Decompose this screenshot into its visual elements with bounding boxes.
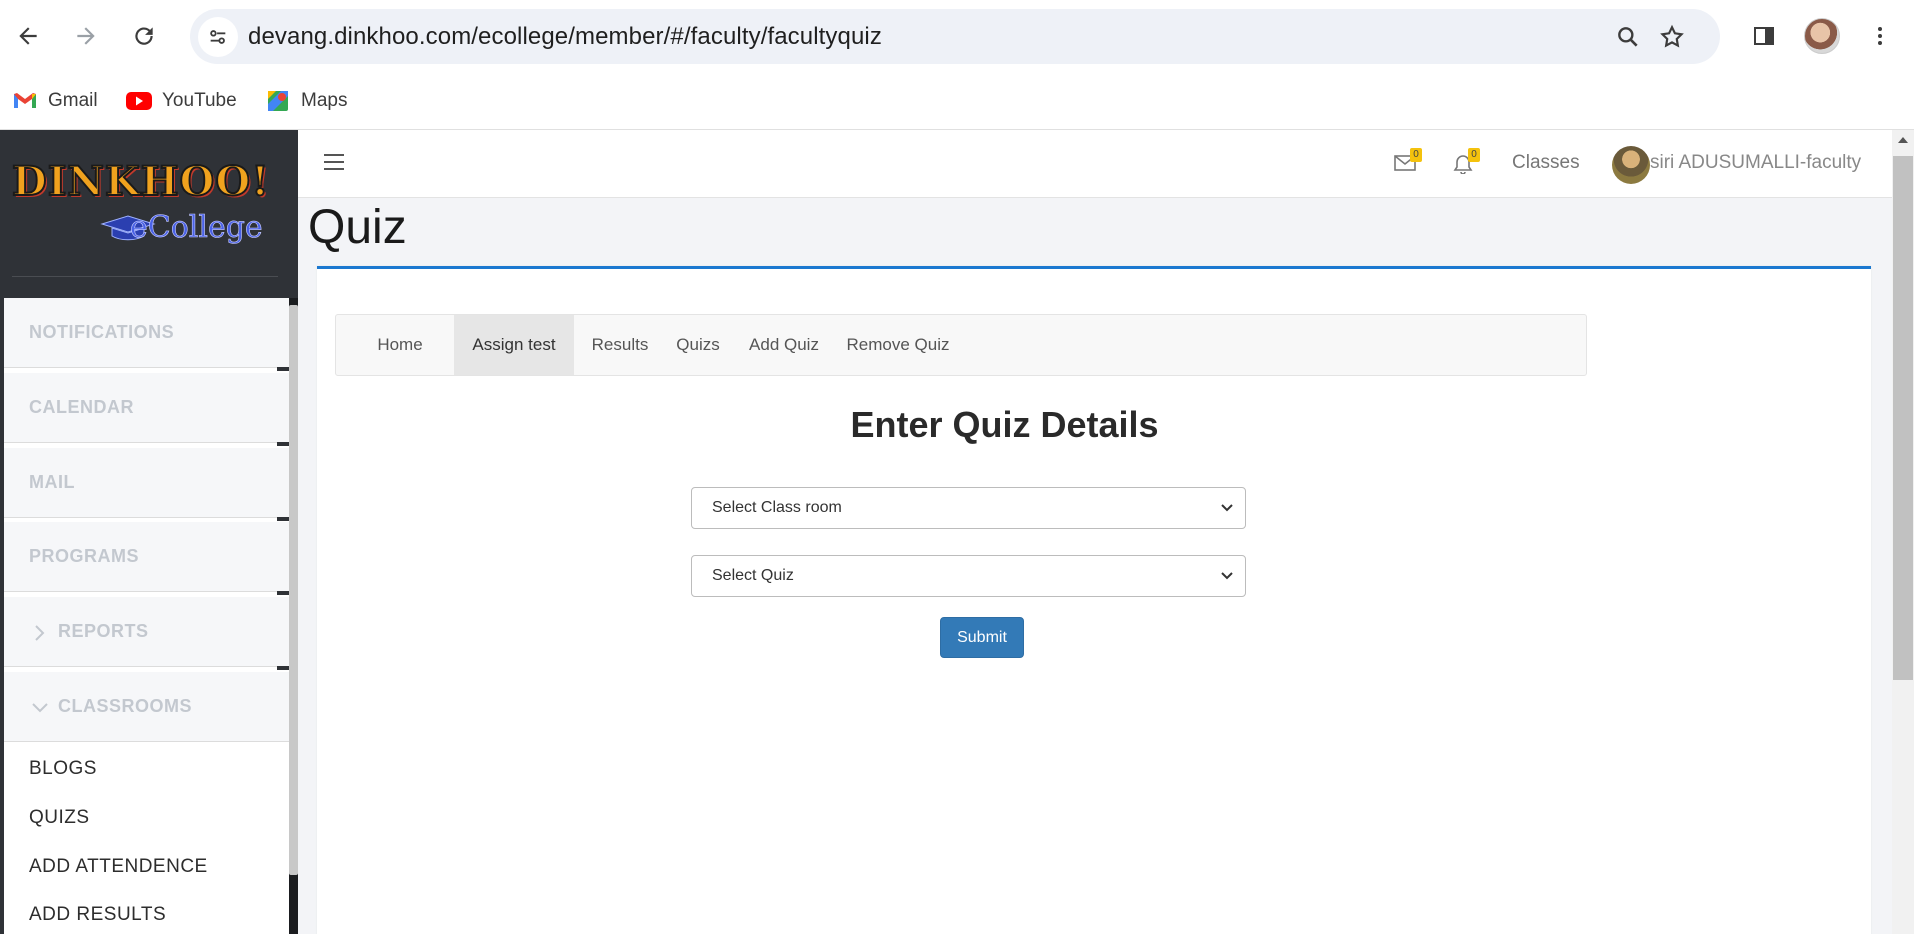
arrow-left-icon bbox=[19, 27, 37, 45]
quiz-select-value: Select Quiz bbox=[712, 567, 794, 584]
zoom-icon[interactable] bbox=[1612, 21, 1644, 53]
notification-count-badge: 0 bbox=[1468, 148, 1480, 162]
side-panel-icon[interactable] bbox=[1744, 16, 1784, 56]
bookmark-star-icon[interactable] bbox=[1656, 21, 1688, 53]
gmail-icon bbox=[12, 90, 38, 112]
chevron-down-icon bbox=[30, 698, 50, 718]
menu-label: REPORTS bbox=[58, 621, 149, 641]
menu-marker bbox=[277, 442, 289, 446]
hamburger-menu-icon[interactable] bbox=[324, 152, 344, 172]
bookmark-youtube[interactable]: YouTube bbox=[126, 84, 237, 118]
sidebar-item-reports[interactable]: REPORTS bbox=[4, 597, 289, 670]
sidebar-scrollbar-thumb[interactable] bbox=[289, 305, 298, 875]
mail-icon[interactable]: 0 bbox=[1394, 148, 1422, 176]
arrow-right-icon bbox=[77, 27, 95, 45]
user-avatar[interactable] bbox=[1612, 146, 1650, 184]
sidebar: DINKHOO! eCollege NOTIFICATIONS CALENDAR… bbox=[0, 130, 298, 934]
bookmark-label: Maps bbox=[301, 90, 348, 111]
url-text[interactable]: devang.dinkhoo.com/ecollege/member/#/fac… bbox=[248, 23, 882, 51]
menu-label: NOTIFICATIONS bbox=[29, 322, 175, 342]
menu-label: PROGRAMS bbox=[29, 546, 140, 566]
tab-remove-quiz[interactable]: Remove Quiz bbox=[844, 315, 952, 375]
classes-link[interactable]: Classes bbox=[1512, 152, 1580, 174]
reload-icon bbox=[135, 27, 153, 45]
dinkhoo-logo[interactable]: DINKHOO! eCollege bbox=[11, 157, 282, 258]
scroll-up-arrow-icon[interactable] bbox=[1892, 130, 1914, 150]
quiz-card: Home Assign test Results Quizs Add Quiz … bbox=[317, 266, 1871, 934]
submit-button[interactable]: Submit bbox=[940, 617, 1024, 658]
form-heading: Enter Quiz Details bbox=[850, 404, 1159, 445]
chevron-down-icon bbox=[1221, 572, 1233, 580]
sidebar-item-calendar[interactable]: CALENDAR bbox=[4, 373, 289, 446]
classroom-select[interactable]: Select Class room bbox=[691, 487, 1246, 529]
chevron-right-icon bbox=[30, 623, 50, 643]
menu-marker bbox=[277, 367, 289, 371]
mail-count-badge: 0 bbox=[1410, 148, 1422, 162]
site-info-icon[interactable] bbox=[198, 17, 238, 57]
user-name[interactable]: siri ADUSUMALLI-faculty bbox=[1650, 152, 1861, 174]
sidebar-menu: NOTIFICATIONS CALENDAR MAIL PROGRAMS REP… bbox=[4, 298, 289, 934]
menu-marker bbox=[277, 591, 289, 595]
sidebar-item-notifications[interactable]: NOTIFICATIONS bbox=[4, 298, 289, 371]
tab-assign-test[interactable]: Assign test bbox=[454, 315, 574, 375]
classroom-select-value: Select Class room bbox=[712, 499, 842, 516]
more-menu-icon[interactable] bbox=[1860, 16, 1900, 56]
chevron-down-icon bbox=[1221, 504, 1233, 512]
sidebar-item-classrooms[interactable]: CLASSROOMS bbox=[4, 672, 289, 742]
bookmark-maps[interactable]: Maps bbox=[265, 84, 347, 118]
sidebar-subitem-add-attendence[interactable]: ADD ATTENDENCE bbox=[29, 856, 208, 878]
menu-marker bbox=[277, 666, 289, 670]
address-bar[interactable]: devang.dinkhoo.com/ecollege/member/#/fac… bbox=[190, 9, 1720, 64]
tab-home[interactable]: Home bbox=[376, 315, 424, 375]
sidebar-subitem-blogs[interactable]: BLOGS bbox=[29, 758, 97, 780]
profile-avatar[interactable] bbox=[1804, 18, 1840, 54]
top-navbar: 0 0 Classes siri ADUSUMALLI-faculty bbox=[298, 130, 1892, 198]
bookmark-label: YouTube bbox=[162, 90, 237, 111]
youtube-icon bbox=[126, 90, 152, 112]
logo-top-text: DINKHOO! bbox=[11, 157, 270, 206]
maps-icon bbox=[265, 90, 291, 112]
quiz-tabs: Home Assign test Results Quizs Add Quiz … bbox=[335, 314, 1587, 376]
browser-toolbar: devang.dinkhoo.com/ecollege/member/#/fac… bbox=[0, 0, 1914, 74]
tab-add-quiz[interactable]: Add Quiz bbox=[746, 315, 822, 375]
menu-label: CALENDAR bbox=[29, 397, 134, 417]
back-button[interactable] bbox=[8, 16, 48, 56]
reload-button[interactable] bbox=[124, 16, 164, 56]
sidebar-divider bbox=[12, 276, 278, 277]
quiz-select[interactable]: Select Quiz bbox=[691, 555, 1246, 597]
bookmark-label: Gmail bbox=[48, 90, 98, 111]
sidebar-subitem-add-results[interactable]: ADD RESULTS bbox=[29, 904, 166, 926]
page-title: Quiz bbox=[308, 201, 407, 254]
bookmark-gmail[interactable]: Gmail bbox=[12, 84, 98, 118]
bell-icon[interactable]: 0 bbox=[1452, 148, 1480, 176]
sidebar-item-mail[interactable]: MAIL bbox=[4, 448, 289, 521]
logo-bottom-text: eCollege bbox=[130, 210, 263, 246]
page-scrollbar-thumb[interactable] bbox=[1893, 156, 1913, 680]
sidebar-item-programs[interactable]: PROGRAMS bbox=[4, 522, 289, 595]
menu-marker bbox=[277, 517, 289, 521]
bookmarks-bar: Gmail YouTube Maps bbox=[0, 74, 1914, 130]
menu-label: CLASSROOMS bbox=[58, 696, 193, 716]
forward-button[interactable] bbox=[66, 16, 106, 56]
tab-results[interactable]: Results bbox=[590, 315, 650, 375]
tab-quizs[interactable]: Quizs bbox=[674, 315, 722, 375]
sidebar-subitem-quizs[interactable]: QUIZS bbox=[29, 807, 90, 829]
menu-label: MAIL bbox=[29, 472, 75, 492]
web-page: DINKHOO! eCollege NOTIFICATIONS CALENDAR… bbox=[0, 130, 1914, 934]
